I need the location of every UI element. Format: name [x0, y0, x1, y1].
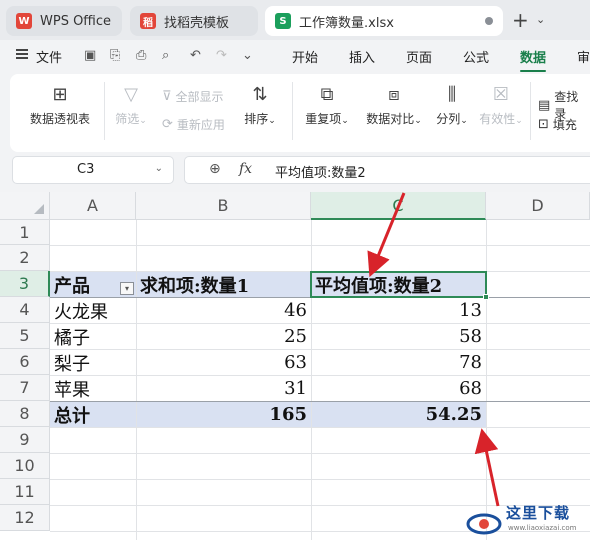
watermark-logo-icon [466, 513, 502, 535]
annotation-arrows [367, 192, 500, 507]
arrow-to-total [474, 428, 500, 507]
arrow-to-header [367, 192, 406, 278]
watermark: 这里下载 www.liaoxiazai.com [462, 500, 590, 540]
